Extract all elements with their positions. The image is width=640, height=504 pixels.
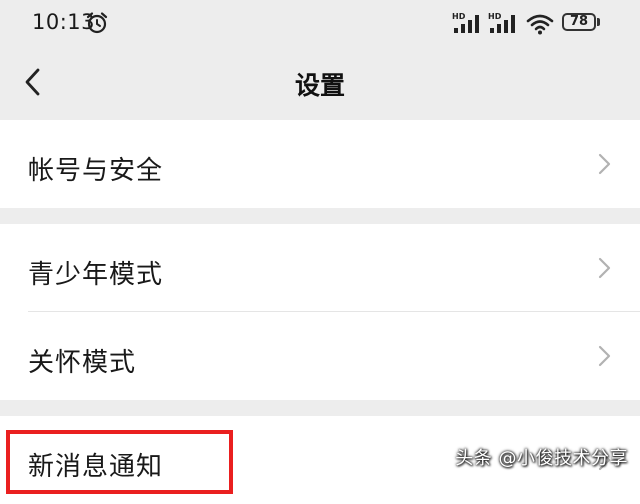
watermark: 头条 @小俊技术分享 [455,448,628,469]
nav-bar: 设置 [0,48,640,118]
status-bar: 10:13 HD HD 78 [0,0,640,48]
battery-icon: 78 [562,13,596,31]
chevron-right-icon [598,257,611,279]
settings-item-label: 关怀模式 [28,348,137,378]
settings-item-label: 青少年模式 [28,260,164,290]
settings-item-youth-mode[interactable]: 青少年模式 [0,224,640,312]
chevron-right-icon [598,345,611,367]
settings-group-modes: 青少年模式 关怀模式 [0,224,640,400]
signal-icon: HD [488,12,515,33]
settings-item-label: 帐号与安全 [28,156,164,186]
battery-tip [597,18,600,26]
settings-group-account: 帐号与安全 [0,120,640,208]
chevron-right-icon [598,153,611,175]
signal-icon: HD [452,12,479,33]
signal-hd-label: HD [452,12,466,21]
settings-item-care-mode[interactable]: 关怀模式 [0,312,640,400]
settings-item-account-security[interactable]: 帐号与安全 [0,120,640,208]
highlight-box [6,430,233,494]
wifi-icon [526,14,554,35]
alarm-icon [86,12,108,34]
page-title: 设置 [294,71,345,100]
signal-hd-label: HD [488,12,502,21]
battery-level: 78 [569,14,589,29]
